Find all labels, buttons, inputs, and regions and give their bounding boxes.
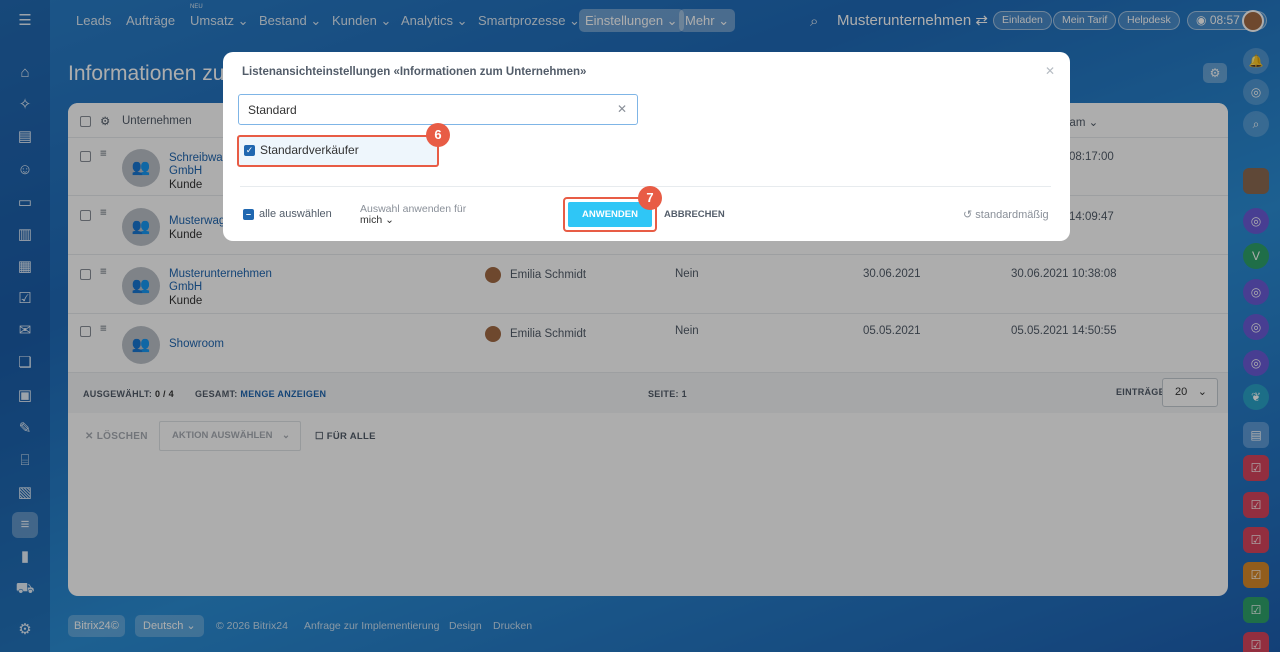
dialog-title: Listenansichteinstellungen «Informatione… (242, 66, 587, 78)
close-icon[interactable]: ✕ (1045, 64, 1055, 78)
step-badge-7: 7 (638, 186, 662, 210)
search-value: Standard (248, 103, 297, 117)
apply-for-select[interactable]: mich ⌄ (360, 214, 394, 226)
reset-button[interactable]: ↺ standardmäßig (963, 208, 1049, 221)
preset-option[interactable]: ✓ Standardverkäufer (237, 135, 439, 167)
preset-search-input[interactable]: Standard ✕ (238, 94, 638, 125)
option-label: Standardverkäufer (260, 143, 359, 157)
option-checkbox[interactable]: ✓ (244, 145, 255, 156)
select-all-label[interactable]: alle auswählen (259, 208, 332, 220)
select-all-checkbox[interactable]: – (243, 209, 254, 220)
list-view-settings-dialog: Listenansichteinstellungen «Informatione… (223, 52, 1070, 241)
step-badge-6: 6 (426, 123, 450, 147)
clear-icon[interactable]: ✕ (617, 102, 627, 116)
apply-button[interactable]: ANWENDEN (568, 202, 652, 227)
cancel-button[interactable]: ABBRECHEN (664, 209, 725, 220)
